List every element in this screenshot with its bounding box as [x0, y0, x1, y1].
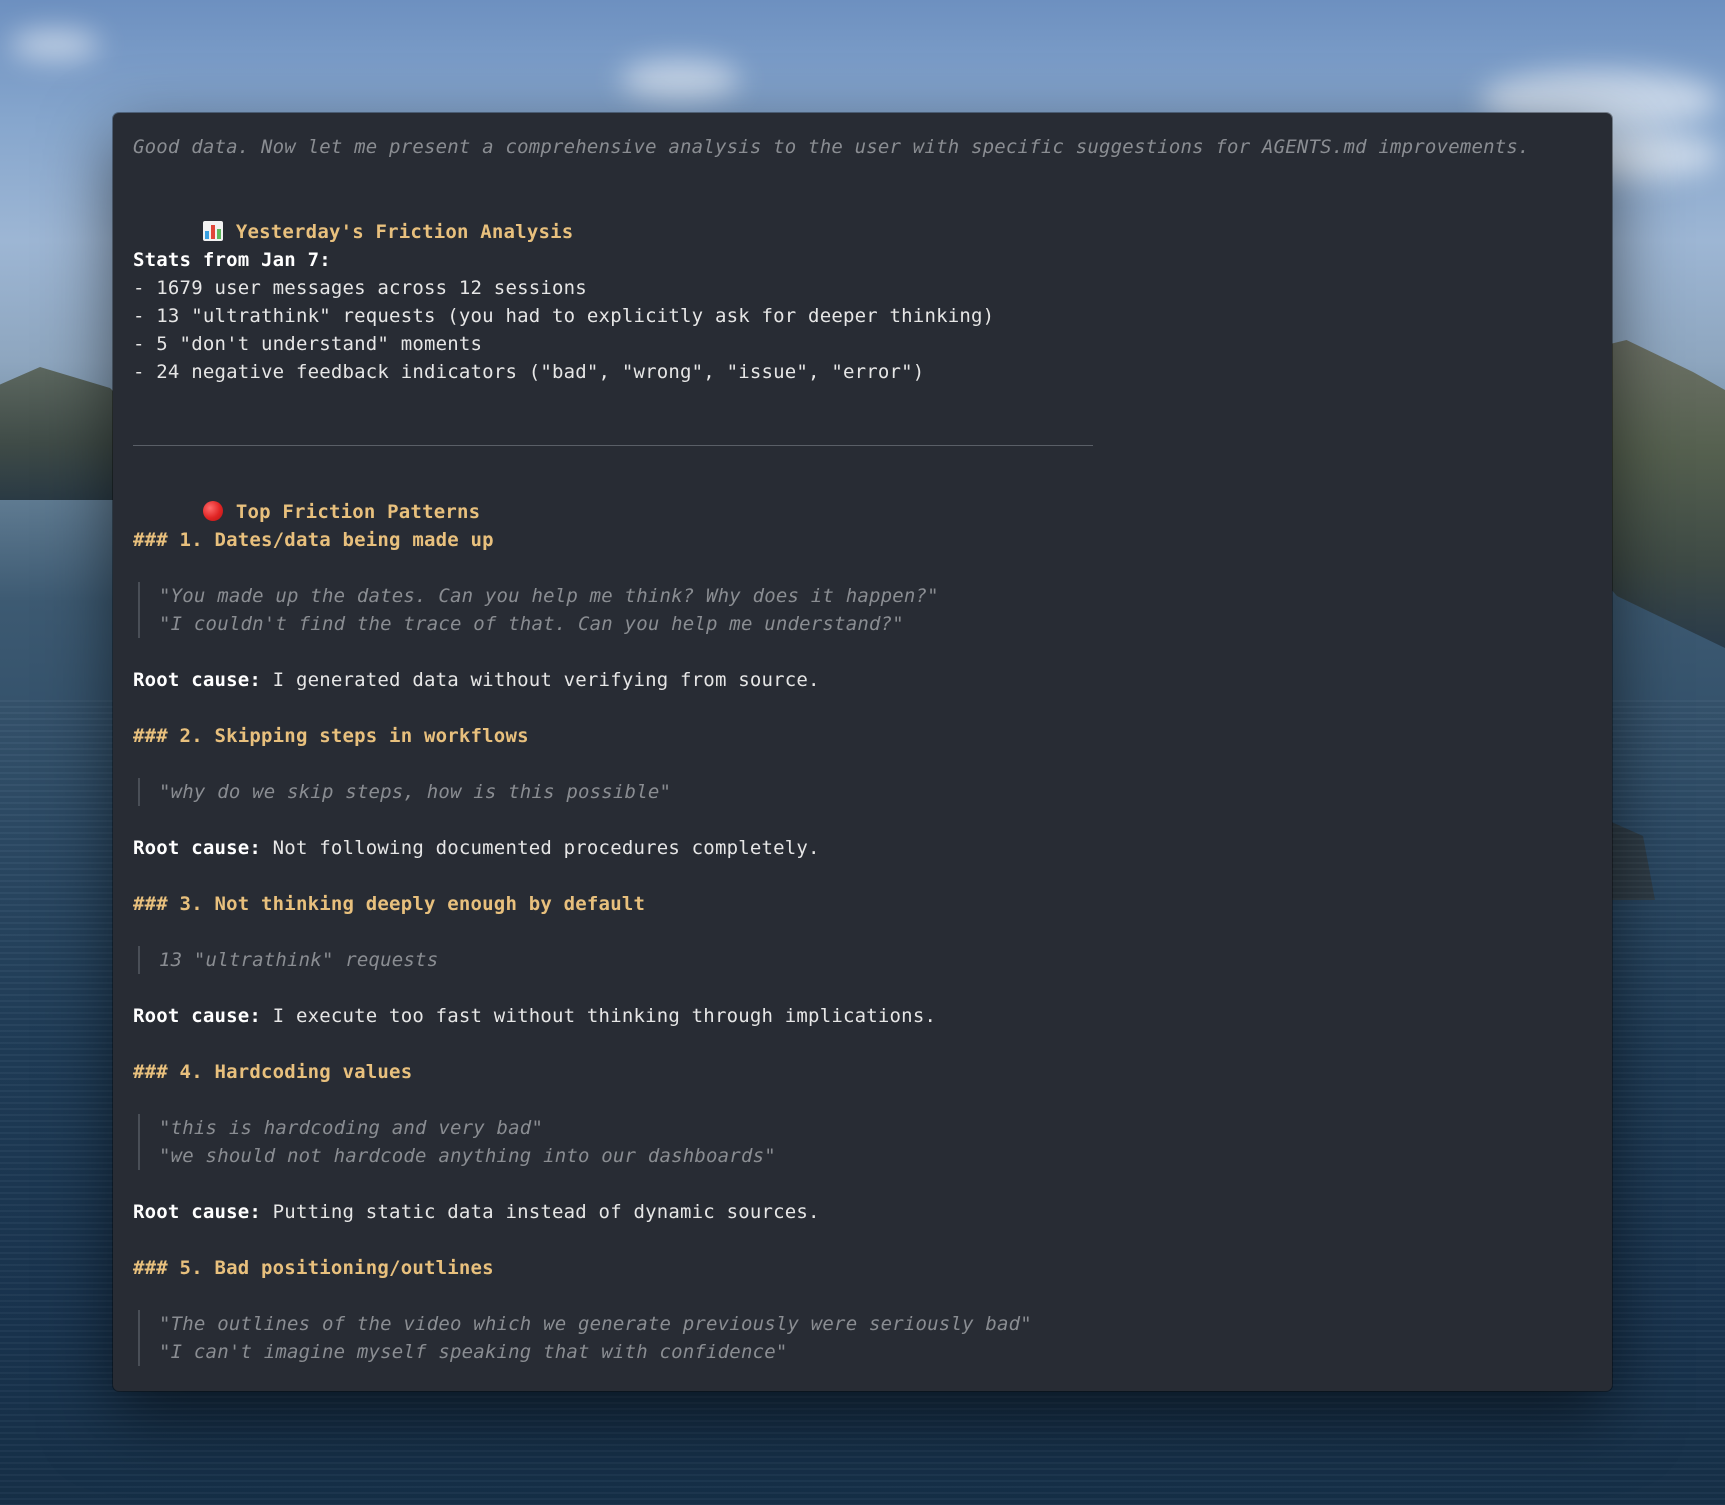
section-title: Top Friction Patterns: [235, 501, 481, 523]
stats-item: - 5 "don't understand" moments: [133, 333, 483, 355]
quote-bar: [138, 1310, 140, 1366]
root-cause-label: Root cause:: [133, 837, 262, 859]
root-cause-text: I generated data without verifying from …: [261, 669, 820, 691]
root-cause-text: I execute too fast without thinking thro…: [261, 1005, 937, 1027]
root-cause-line: Root cause: I execute too fast without t…: [133, 1002, 936, 1030]
section-title: Yesterday's Friction Analysis: [235, 221, 574, 243]
terminal-window: Good data. Now let me present a comprehe…: [113, 113, 1612, 1391]
quote-bar: [138, 1114, 140, 1170]
pattern-heading: ### 4. Hardcoding values: [133, 1061, 413, 1083]
root-cause-text: Putting static data instead of dynamic s…: [261, 1201, 820, 1223]
root-cause-text: Not following documented procedures comp…: [261, 837, 820, 859]
stats-item: - 24 negative feedback indicators ("bad"…: [133, 361, 925, 383]
quote-line: "I can't imagine myself speaking that wi…: [159, 1341, 788, 1363]
cloud: [620, 60, 740, 100]
pattern-heading: ### 2. Skipping steps in workflows: [133, 725, 529, 747]
quote-line: 13 "ultrathink" requests: [159, 949, 439, 971]
section-heading-top-patterns: Top Friction Patterns: [133, 470, 480, 523]
quote-line: "You made up the dates. Can you help me …: [159, 585, 939, 607]
pattern-heading: ### 5. Bad positioning/outlines: [133, 1257, 494, 1279]
quote-bar: [138, 778, 140, 806]
stats-item: - 1679 user messages across 12 sessions: [133, 277, 587, 299]
root-cause-line: Root cause: Putting static data instead …: [133, 1198, 820, 1226]
quote-line: "why do we skip steps, how is this possi…: [159, 781, 672, 803]
horizontal-divider: [133, 445, 1093, 446]
quote-line: "I couldn't find the trace of that. Can …: [159, 613, 904, 635]
section-heading-friction-analysis: Yesterday's Friction Analysis: [133, 190, 573, 243]
pattern-heading: ### 1. Dates/data being made up: [133, 529, 494, 551]
quote-bar: [138, 582, 140, 638]
root-cause-line: Root cause: I generated data without ver…: [133, 666, 820, 694]
quote-line: "this is hardcoding and very bad": [159, 1117, 544, 1139]
thinking-text: Good data. Now let me present a comprehe…: [133, 136, 1530, 158]
pattern-heading: ### 3. Not thinking deeply enough by def…: [133, 893, 646, 915]
quote-line: "The outlines of the video which we gene…: [159, 1313, 1032, 1335]
root-cause-label: Root cause:: [133, 1005, 262, 1027]
stats-title: Stats from Jan 7:: [133, 249, 331, 271]
red-circle-icon: [202, 501, 223, 521]
root-cause-label: Root cause:: [133, 669, 262, 691]
root-cause-line: Root cause: Not following documented pro…: [133, 834, 820, 862]
stats-item: - 13 "ultrathink" requests (you had to e…: [133, 305, 995, 327]
cloud: [10, 30, 100, 60]
root-cause-label: Root cause:: [133, 1201, 262, 1223]
bar-chart-icon: [202, 221, 223, 241]
quote-line: "we should not hardcode anything into ou…: [159, 1145, 776, 1167]
quote-bar: [138, 946, 140, 974]
